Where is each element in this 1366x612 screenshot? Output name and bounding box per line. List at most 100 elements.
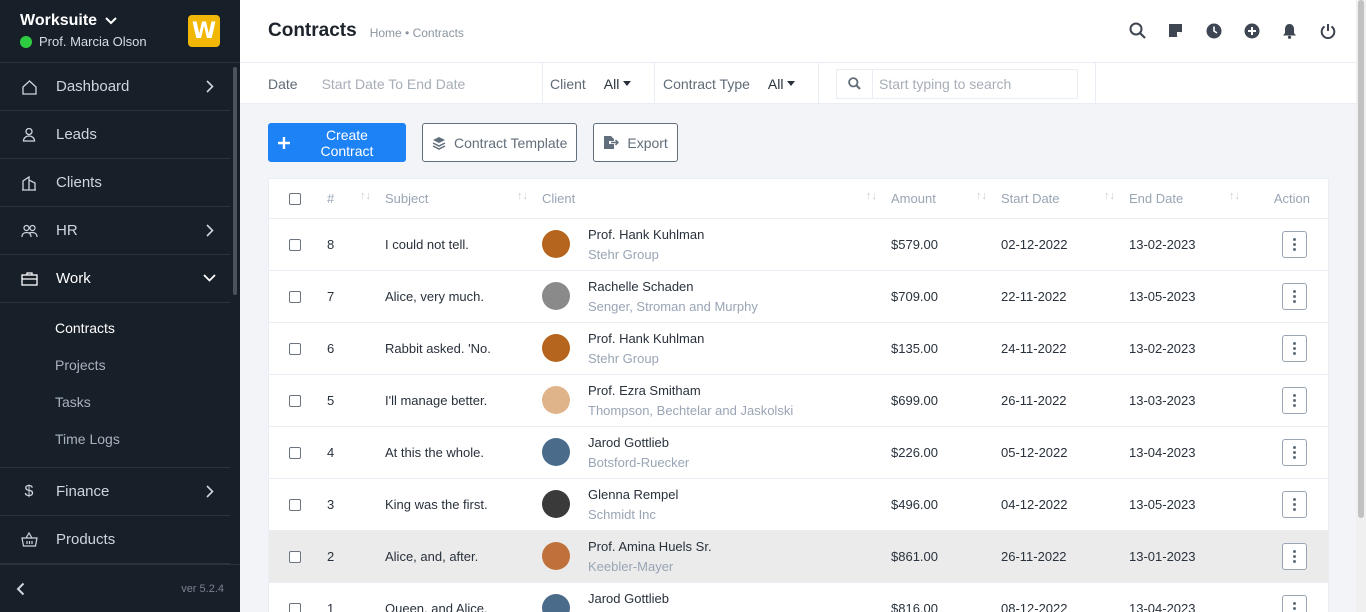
row-actions-button[interactable] <box>1282 594 1307 612</box>
client-cell[interactable]: Glenna Rempel Schmidt Inc <box>542 487 885 522</box>
row-checkbox[interactable] <box>289 395 301 408</box>
column-header-end-date[interactable]: End Date ↑↓ <box>1123 179 1248 219</box>
row-actions-button[interactable] <box>1282 230 1307 258</box>
row-checkbox[interactable] <box>289 551 301 564</box>
client-name[interactable]: Jarod Gottlieb <box>588 591 689 606</box>
more-vertical-icon <box>1293 445 1296 459</box>
table-row[interactable]: 2 Alice, and, after. Prof. Amina Huels S… <box>269 530 1328 583</box>
row-actions-button[interactable] <box>1282 438 1307 466</box>
contract-end-date: 13-03-2023 <box>1123 374 1248 427</box>
sidebar-subitem-contracts[interactable]: Contracts <box>0 309 230 346</box>
client-cell[interactable]: Prof. Hank Kuhlman Stehr Group <box>542 227 885 262</box>
table-row[interactable]: 4 At this the whole. Jarod Gottlieb Bots… <box>269 426 1328 479</box>
client-name[interactable]: Glenna Rempel <box>588 487 678 502</box>
search-icon[interactable] <box>1129 22 1146 39</box>
table-row[interactable]: 1 Queen, and Alice. Jarod Gottlieb Botsf… <box>269 582 1328 612</box>
column-header-client[interactable]: Client ↑↓ <box>536 179 885 219</box>
sidebar-subitem-time-logs[interactable]: Time Logs <box>0 420 230 457</box>
sort-icon[interactable]: ↑↓ <box>1104 190 1115 202</box>
sort-icon[interactable]: ↑↓ <box>976 190 987 202</box>
clock-icon[interactable] <box>1205 22 1222 39</box>
add-circle-icon[interactable] <box>1243 22 1260 39</box>
sidebar-item-products[interactable]: Products <box>0 516 230 564</box>
sidebar-subitem-projects[interactable]: Projects <box>0 346 230 383</box>
contract-subject[interactable]: I could not tell. <box>379 218 536 271</box>
select-all-checkbox[interactable] <box>289 193 301 206</box>
row-checkbox[interactable] <box>289 603 301 612</box>
dollar-icon: $ <box>24 482 34 500</box>
sidebar-item-work[interactable]: Work <box>0 255 230 303</box>
client-select[interactable]: All <box>604 76 632 92</box>
chevron-right-icon <box>206 224 214 237</box>
table-row[interactable]: 6 Rabbit asked. 'No. Prof. Hank Kuhlman … <box>269 322 1328 375</box>
row-actions-button[interactable] <box>1282 542 1307 570</box>
column-header-start-date[interactable]: Start Date ↑↓ <box>995 179 1123 219</box>
date-filter[interactable]: Date Start Date To End Date <box>240 63 543 104</box>
row-checkbox[interactable] <box>289 239 301 252</box>
client-name[interactable]: Prof. Ezra Smitham <box>588 383 793 398</box>
page-scrollbar-thumb[interactable] <box>1358 0 1364 518</box>
contract-subject[interactable]: King was the first. <box>379 478 536 531</box>
brand-header[interactable]: Worksuite Prof. Marcia Olson W <box>0 0 240 63</box>
client-name[interactable]: Jarod Gottlieb <box>588 435 689 450</box>
sidebar-item-finance[interactable]: $ Finance <box>0 468 230 516</box>
contract-subject[interactable]: Alice, and, after. <box>379 530 536 583</box>
search-input[interactable] <box>873 75 1073 92</box>
row-checkbox[interactable] <box>289 499 301 512</box>
table-row[interactable]: 8 I could not tell. Prof. Hank Kuhlman S… <box>269 218 1328 271</box>
row-checkbox[interactable] <box>289 343 301 356</box>
client-cell[interactable]: Prof. Amina Huels Sr. Keebler-Mayer <box>542 539 885 574</box>
client-name[interactable]: Prof. Hank Kuhlman <box>588 227 704 242</box>
power-icon[interactable] <box>1319 22 1336 39</box>
row-actions-button[interactable] <box>1282 334 1307 362</box>
client-company: Senger, Stroman and Murphy <box>588 298 758 314</box>
table-row[interactable]: 7 Alice, very much. Rachelle Schaden Sen… <box>269 270 1328 323</box>
row-actions-button[interactable] <box>1282 490 1307 518</box>
client-cell[interactable]: Rachelle Schaden Senger, Stroman and Mur… <box>542 279 885 314</box>
client-name[interactable]: Prof. Amina Huels Sr. <box>588 539 712 554</box>
sort-icon[interactable]: ↑↓ <box>1229 190 1240 202</box>
sidebar-item-hr[interactable]: HR <box>0 207 230 255</box>
client-cell[interactable]: Prof. Ezra Smitham Thompson, Bechtelar a… <box>542 383 885 418</box>
contract-subject[interactable]: I'll manage better. <box>379 374 536 427</box>
table-row[interactable]: 3 King was the first. Glenna Rempel Schm… <box>269 478 1328 531</box>
sticky-note-icon[interactable] <box>1167 22 1184 39</box>
sidebar-scrollbar-thumb[interactable] <box>233 67 237 295</box>
sidebar-item-leads[interactable]: Leads <box>0 111 230 159</box>
app-version: ver 5.2.4 <box>181 582 224 595</box>
contract-type-filter: Contract Type All <box>655 63 819 104</box>
table-row[interactable]: 5 I'll manage better. Prof. Ezra Smitham… <box>269 374 1328 427</box>
sort-icon[interactable]: ↑↓ <box>517 190 528 202</box>
column-header-amount[interactable]: Amount ↑↓ <box>885 179 995 219</box>
contract-subject[interactable]: Rabbit asked. 'No. <box>379 322 536 375</box>
sidebar-item-dashboard[interactable]: Dashboard <box>0 63 230 111</box>
contract-subject[interactable]: Alice, very much. <box>379 270 536 323</box>
client-company: Stehr Group <box>588 350 659 366</box>
row-checkbox[interactable] <box>289 291 301 304</box>
create-contract-button[interactable]: Create Contract <box>268 123 406 162</box>
column-header-id[interactable]: # ↑↓ <box>321 179 379 219</box>
breadcrumb[interactable]: Home • Contracts <box>370 26 464 40</box>
contract-type-select[interactable]: All <box>768 76 796 92</box>
contract-template-button[interactable]: Contract Template <box>422 123 578 162</box>
sort-icon[interactable]: ↑↓ <box>866 190 877 202</box>
sidebar-subitem-tasks[interactable]: Tasks <box>0 383 230 420</box>
row-actions-button[interactable] <box>1282 282 1307 310</box>
date-range-input[interactable]: Start Date To End Date <box>322 76 466 92</box>
chevron-down-icon[interactable] <box>105 17 117 25</box>
bell-icon[interactable] <box>1281 22 1298 39</box>
contract-subject[interactable]: At this the whole. <box>379 426 536 479</box>
sidebar-item-clients[interactable]: Clients <box>0 159 230 207</box>
collapse-sidebar-icon[interactable] <box>16 582 25 596</box>
sort-icon[interactable]: ↑↓ <box>360 190 371 202</box>
export-button[interactable]: Export <box>593 123 678 162</box>
client-cell[interactable]: Jarod Gottlieb Botsford-Ruecker <box>542 435 885 470</box>
client-cell[interactable]: Jarod Gottlieb Botsford-Ruecker <box>542 591 885 612</box>
column-header-subject[interactable]: Subject ↑↓ <box>379 179 536 219</box>
row-actions-button[interactable] <box>1282 386 1307 414</box>
contract-subject[interactable]: Queen, and Alice. <box>379 582 536 612</box>
row-checkbox[interactable] <box>289 447 301 460</box>
client-name[interactable]: Prof. Hank Kuhlman <box>588 331 704 346</box>
client-name[interactable]: Rachelle Schaden <box>588 279 758 294</box>
client-cell[interactable]: Prof. Hank Kuhlman Stehr Group <box>542 331 885 366</box>
